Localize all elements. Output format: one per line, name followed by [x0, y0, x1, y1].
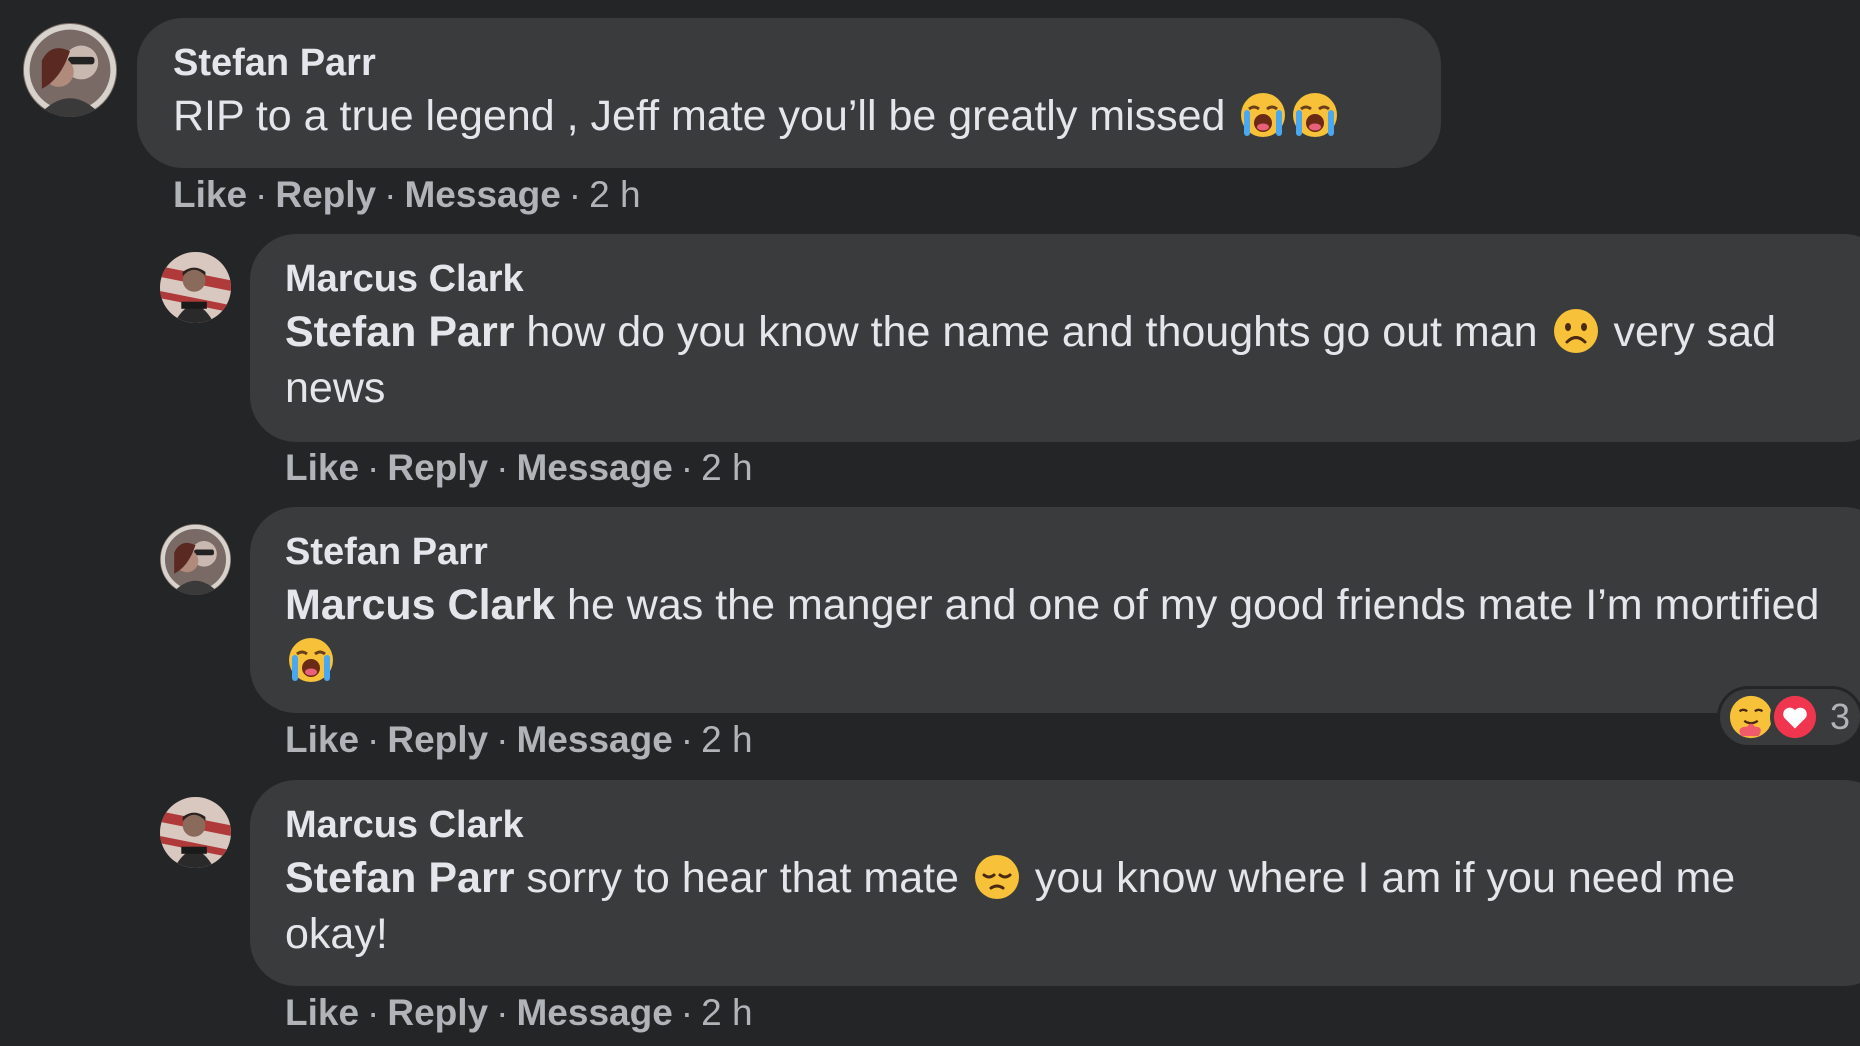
- comment-text-content: how do you know the name and thoughts go…: [514, 308, 1550, 356]
- separator-dot: ·: [496, 719, 509, 760]
- message-button[interactable]: Message: [516, 447, 672, 488]
- pensive-face-icon: [973, 853, 1021, 901]
- reply-button[interactable]: Reply: [387, 447, 488, 488]
- separator-dot: ·: [367, 447, 380, 488]
- comment-author[interactable]: Marcus Clark: [285, 256, 1854, 302]
- comment-text-content: RIP to a true legend , Jeff mate you’ll …: [173, 92, 1226, 140]
- reactions-summary[interactable]: 3: [1720, 689, 1860, 745]
- reply-button[interactable]: Reply: [387, 719, 488, 760]
- separator-dot: ·: [680, 992, 694, 1033]
- reply-button[interactable]: Reply: [275, 174, 376, 215]
- avatar[interactable]: [23, 23, 117, 117]
- separator-dot: ·: [496, 447, 509, 488]
- mention-link[interactable]: Stefan Parr: [285, 854, 514, 902]
- mention-link[interactable]: Marcus Clark: [285, 581, 555, 629]
- like-button[interactable]: Like: [173, 174, 247, 215]
- message-button[interactable]: Message: [516, 992, 672, 1033]
- comment-timestamp[interactable]: 2 h: [701, 447, 752, 488]
- like-button[interactable]: Like: [285, 719, 359, 760]
- avatar[interactable]: [160, 797, 231, 868]
- comment-bubble: Marcus Clark Stefan Parr sorry to hear t…: [250, 780, 1860, 986]
- frowning-face-icon: [1552, 307, 1600, 355]
- separator-dot: ·: [680, 447, 694, 488]
- like-button[interactable]: Like: [285, 992, 359, 1033]
- crying-face-icon: [1291, 91, 1339, 139]
- comment-author[interactable]: Stefan Parr: [173, 40, 1405, 86]
- message-button[interactable]: Message: [404, 174, 560, 215]
- comment-bubble: Stefan Parr RIP to a true legend , Jeff …: [137, 18, 1441, 168]
- comment-text: Marcus Clark he was the manger and one o…: [285, 577, 1825, 689]
- love-reaction-icon: [1769, 692, 1820, 742]
- comment-bubble: Marcus Clark Stefan Parr how do you know…: [250, 234, 1860, 442]
- comment-timestamp[interactable]: 2 h: [589, 174, 640, 215]
- avatar[interactable]: [160, 252, 231, 323]
- comment-text: RIP to a true legend , Jeff mate you’ll …: [173, 88, 1405, 144]
- separator-dot: ·: [496, 992, 509, 1033]
- separator-dot: ·: [384, 174, 397, 215]
- avatar[interactable]: [160, 524, 231, 595]
- comment-thread: Stefan Parr RIP to a true legend , Jeff …: [0, 0, 1860, 1046]
- separator-dot: ·: [367, 719, 380, 760]
- crying-face-icon: [287, 636, 335, 684]
- message-button[interactable]: Message: [516, 719, 672, 760]
- care-reaction-icon: [1726, 692, 1776, 742]
- mention-link[interactable]: Stefan Parr: [285, 308, 514, 356]
- comment-author[interactable]: Marcus Clark: [285, 802, 1854, 848]
- reaction-count: 3: [1829, 696, 1850, 737]
- separator-dot: ·: [680, 719, 694, 760]
- comment-text-content: sorry to hear that mate: [514, 854, 971, 902]
- comment-author[interactable]: Stefan Parr: [285, 529, 1854, 575]
- comment-timestamp[interactable]: 2 h: [701, 719, 752, 760]
- comment-actions: Like · Reply · Message · 2 h: [285, 991, 753, 1035]
- separator-dot: ·: [367, 992, 380, 1033]
- comment-actions: Like · Reply · Message · 2 h: [285, 718, 753, 762]
- separator-dot: ·: [568, 174, 582, 215]
- comment-text-content: he was the manger and one of my good fri…: [555, 581, 1820, 629]
- comment-bubble: Stefan Parr Marcus Clark he was the mang…: [250, 507, 1860, 713]
- like-button[interactable]: Like: [285, 447, 359, 488]
- comment-actions: Like · Reply · Message · 2 h: [285, 446, 753, 490]
- separator-dot: ·: [255, 174, 268, 215]
- comment-text: Stefan Parr sorry to hear that mate you …: [285, 850, 1845, 962]
- comment-timestamp[interactable]: 2 h: [701, 992, 752, 1033]
- crying-face-icon: [1239, 91, 1287, 139]
- reply-button[interactable]: Reply: [387, 992, 488, 1033]
- comment-text: Stefan Parr how do you know the name and…: [285, 304, 1825, 416]
- comment-actions: Like · Reply · Message · 2 h: [173, 173, 641, 217]
